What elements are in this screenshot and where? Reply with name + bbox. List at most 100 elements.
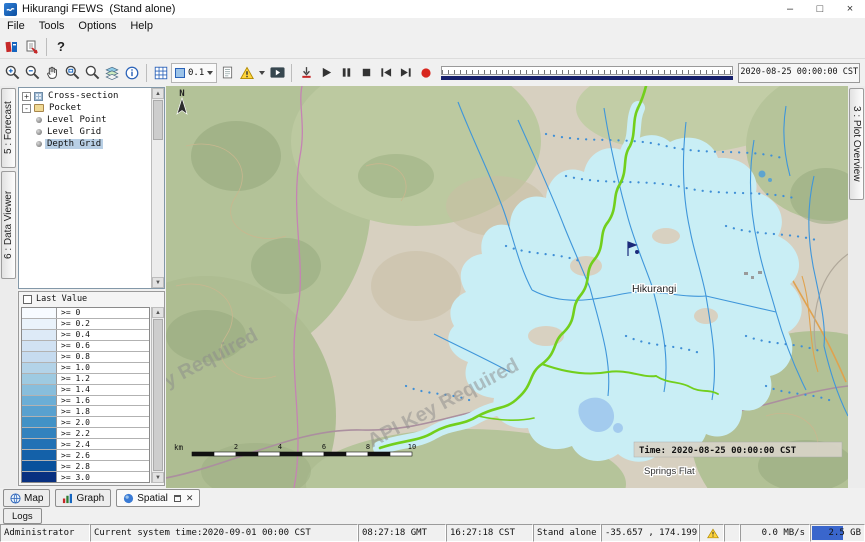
menu-tools[interactable]: Tools bbox=[32, 18, 72, 35]
zoom-in-icon[interactable] bbox=[2, 62, 22, 84]
pause-button[interactable] bbox=[336, 62, 356, 84]
memory-usage-text: 2.5 GB bbox=[814, 525, 864, 541]
time-slider[interactable] bbox=[441, 64, 733, 82]
menu-bar: File Tools Options Help bbox=[0, 18, 865, 35]
close-button[interactable]: × bbox=[835, 0, 865, 18]
status-warning-cell[interactable] bbox=[699, 524, 724, 542]
stop-button[interactable] bbox=[356, 62, 376, 84]
map-time-label: Time: 2020-08-25 00:00:00 CST bbox=[634, 442, 842, 457]
help-button[interactable]: ? bbox=[51, 36, 71, 58]
import-icon[interactable] bbox=[22, 36, 42, 58]
tab-forecast[interactable]: 5 : Forecast bbox=[1, 88, 16, 168]
tree-node-level-grid[interactable]: Level Grid bbox=[19, 126, 164, 138]
export-animation-icon[interactable] bbox=[296, 62, 316, 84]
legend-swatch bbox=[22, 363, 57, 373]
layer-swatch-icon bbox=[175, 68, 185, 78]
status-network-rate: 0.0 MB/s bbox=[740, 524, 810, 542]
float-panel-icon[interactable] bbox=[174, 495, 181, 502]
record-button[interactable] bbox=[416, 62, 436, 84]
main-area: 5 : Forecast 6 : Data Viewer + Cross-sec… bbox=[0, 86, 865, 488]
map-toolbar: 0.1 bbox=[0, 58, 865, 86]
warning-icon bbox=[707, 528, 719, 539]
animation-icon[interactable] bbox=[267, 62, 287, 84]
spatial-sphere-icon bbox=[123, 493, 134, 504]
scroll-down-icon[interactable]: ▼ bbox=[152, 472, 164, 483]
time-slider-range-bar bbox=[441, 76, 733, 80]
tab-graph[interactable]: Graph bbox=[55, 489, 111, 507]
status-coordinates: -35.657 , 174.199 bbox=[601, 524, 699, 542]
legend-swatch bbox=[22, 341, 57, 351]
menu-file[interactable]: File bbox=[0, 18, 32, 35]
map-canvas[interactable]: API Key Required API Key Required N km bbox=[166, 86, 848, 488]
layer-tree: + Cross-section - Pocket Level Point Lev… bbox=[18, 87, 165, 289]
tree-node-pocket[interactable]: - Pocket bbox=[19, 102, 164, 114]
status-bar: Administrator Current system time:2020-0… bbox=[0, 524, 865, 542]
explorer-icon[interactable] bbox=[2, 36, 22, 58]
tab-spatial[interactable]: Spatial ✕ bbox=[116, 489, 200, 507]
legend-swatch bbox=[22, 450, 57, 460]
profile-document-icon[interactable] bbox=[217, 62, 237, 84]
globe-icon bbox=[10, 493, 21, 504]
layer-opacity-dropdown[interactable]: 0.1 bbox=[171, 63, 217, 83]
tree-scrollbar[interactable]: ▲ ▼ bbox=[151, 88, 164, 288]
legend-header: Last Value bbox=[19, 292, 164, 306]
legend-row: >= 2.8 bbox=[22, 461, 149, 472]
minimize-button[interactable]: – bbox=[775, 0, 805, 18]
legend-swatch bbox=[22, 417, 57, 427]
scale-tick: 10 bbox=[408, 443, 416, 451]
menu-options[interactable]: Options bbox=[71, 18, 123, 35]
right-tab-strip: 3 : Plot Overview bbox=[848, 86, 865, 488]
pan-hand-icon[interactable] bbox=[42, 62, 62, 84]
legend-swatch bbox=[22, 428, 57, 438]
scroll-up-icon[interactable]: ▲ bbox=[152, 88, 164, 99]
collapse-icon[interactable]: - bbox=[22, 104, 31, 113]
map-view[interactable]: API Key Required API Key Required N km bbox=[166, 86, 848, 488]
last-value-checkbox[interactable] bbox=[23, 295, 32, 304]
skip-to-start-button[interactable] bbox=[376, 62, 396, 84]
grid-display-icon[interactable] bbox=[151, 62, 171, 84]
zoom-out-icon[interactable] bbox=[22, 62, 42, 84]
maximize-button[interactable]: □ bbox=[805, 0, 835, 18]
legend-swatch bbox=[22, 406, 57, 416]
tab-plot-overview[interactable]: 3 : Plot Overview bbox=[849, 88, 864, 200]
legend-swatch bbox=[22, 439, 57, 449]
layer-dot-icon bbox=[36, 141, 42, 147]
legend-list: >= 0 >= 0.2 >= 0.4 >= 0.6 >= 0.8 >= 1.0 … bbox=[21, 307, 150, 483]
legend-row: >= 1.4 bbox=[22, 385, 149, 396]
tab-data-viewer[interactable]: 6 : Data Viewer bbox=[1, 171, 16, 279]
layers-icon[interactable] bbox=[102, 62, 122, 84]
menu-help[interactable]: Help bbox=[123, 18, 160, 35]
tree-node-cross-section[interactable]: + Cross-section bbox=[19, 90, 164, 102]
zoom-previous-icon[interactable] bbox=[82, 62, 102, 84]
scale-tick: 4 bbox=[278, 443, 282, 451]
time-slider-ruler[interactable] bbox=[441, 66, 733, 75]
info-icon[interactable] bbox=[122, 62, 142, 84]
folder-icon bbox=[34, 104, 44, 112]
legend-swatch bbox=[22, 472, 57, 482]
chevron-down-icon[interactable] bbox=[259, 71, 265, 75]
scrollbar-thumb[interactable] bbox=[153, 100, 163, 140]
main-toolbar: ? bbox=[0, 35, 865, 58]
tree-node-level-point[interactable]: Level Point bbox=[19, 114, 164, 126]
scroll-up-icon[interactable]: ▲ bbox=[152, 307, 164, 318]
title-bar[interactable]: Hikurangi FEWS (Stand alone) – □ × bbox=[0, 0, 865, 19]
legend-swatch bbox=[22, 330, 57, 340]
legend-swatch bbox=[22, 374, 57, 384]
logs-button[interactable]: Logs bbox=[3, 508, 42, 524]
legend-scrollbar[interactable]: ▲ ▼ bbox=[151, 307, 163, 483]
legend-panel: Last Value >= 0 >= 0.2 >= 0.4 >= 0.6 >= … bbox=[18, 291, 165, 486]
expand-icon[interactable]: + bbox=[22, 92, 31, 101]
scale-unit: km bbox=[174, 443, 184, 452]
scroll-down-icon[interactable]: ▼ bbox=[152, 277, 164, 288]
skip-to-end-button[interactable] bbox=[396, 62, 416, 84]
warning-threshold-icon[interactable] bbox=[237, 62, 257, 84]
zoom-extent-icon[interactable] bbox=[62, 62, 82, 84]
play-button[interactable] bbox=[316, 62, 336, 84]
legend-row: >= 1.2 bbox=[22, 374, 149, 385]
legend-swatch bbox=[22, 352, 57, 362]
tree-node-depth-grid[interactable]: Depth Grid bbox=[19, 138, 164, 150]
toolbar-separator bbox=[146, 64, 147, 82]
scrollbar-thumb[interactable] bbox=[153, 319, 163, 471]
tab-map[interactable]: Map bbox=[3, 489, 50, 507]
close-panel-icon[interactable]: ✕ bbox=[186, 494, 194, 503]
